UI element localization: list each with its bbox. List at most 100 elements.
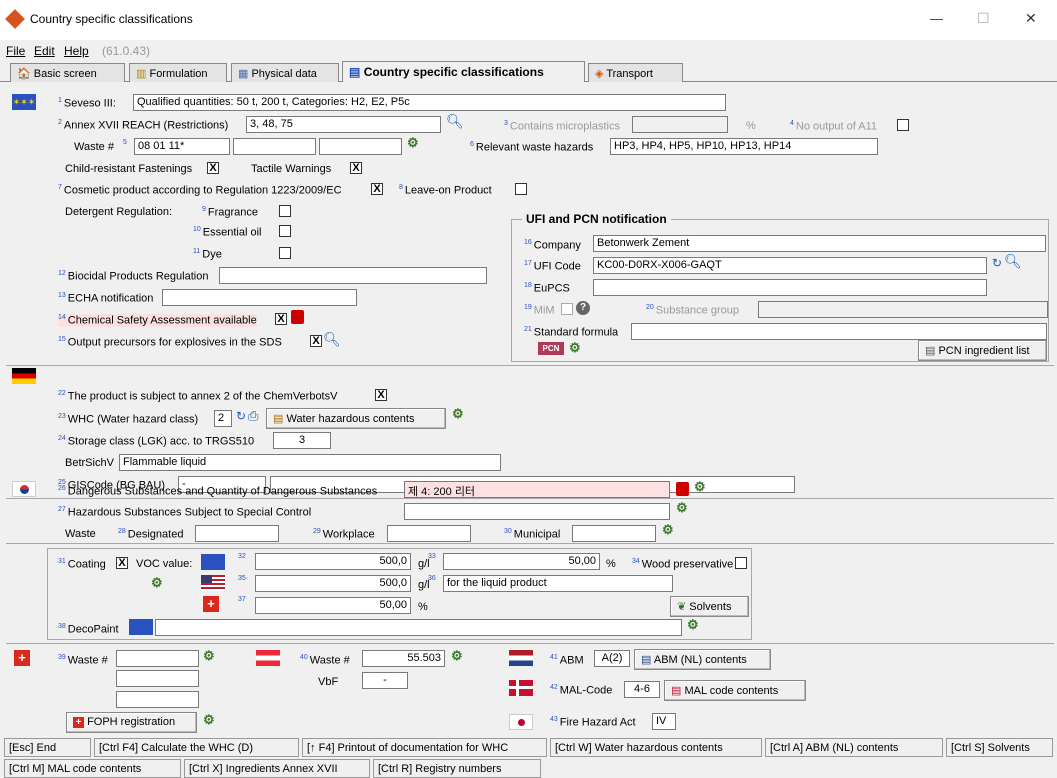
betrsichv-field[interactable]: Flammable liquid [119, 454, 501, 471]
close-button[interactable]: ✕ [1025, 10, 1037, 27]
fkey-solvents[interactable]: [Ctrl S] Solvents [946, 738, 1053, 757]
menu-help[interactable]: Help [64, 44, 89, 58]
solvents-button[interactable]: ❦ Solvents [670, 596, 749, 617]
waste-field-1[interactable]: 08 01 11* [134, 138, 230, 155]
fkey-water-hazardous[interactable]: [Ctrl W] Water hazardous contents [550, 738, 762, 757]
water-hazardous-contents-button[interactable]: ▤ Water hazardous contents [266, 408, 446, 429]
fkey-printout-whc[interactable]: [↑ F4] Printout of documentation for WHC [302, 738, 547, 757]
gears-icon[interactable]: ⚙︎ [452, 406, 464, 422]
dye-checkbox[interactable] [279, 247, 291, 259]
maximize-button[interactable]: ☐ [977, 10, 990, 27]
foph-registration-button[interactable]: + FOPH registration [66, 712, 197, 733]
minimize-button[interactable]: — [930, 11, 943, 26]
vbf-field[interactable]: - [362, 672, 408, 689]
ch-waste-field-1[interactable] [116, 650, 199, 667]
hazardous-field[interactable] [404, 503, 670, 520]
leave-on-checkbox[interactable] [515, 183, 527, 195]
waste-hazards-field[interactable]: HP3, HP4, HP5, HP10, HP13, HP14 [610, 138, 878, 155]
search-icon[interactable]: 🔍︎ [446, 113, 464, 130]
pcn-ingredient-list-button[interactable]: ▤ PCN ingredient list [918, 340, 1047, 361]
workplace-field[interactable] [387, 525, 471, 542]
gears-icon[interactable]: ⚙︎ [694, 479, 706, 495]
annex17-field[interactable]: 3, 48, 75 [246, 116, 441, 133]
annex2-checkbox[interactable]: X [375, 389, 387, 401]
fkey-calculate-whc[interactable]: [Ctrl F4] Calculate the WHC (D) [94, 738, 299, 757]
gears-icon[interactable]: ⚙︎ [203, 648, 215, 664]
waste-field-2[interactable] [233, 138, 316, 155]
fire-hazard-label: 43 Fire Hazard Act [550, 716, 636, 729]
eu-flag-icon [129, 619, 153, 635]
fkey-annex17[interactable]: [Ctrl X] Ingredients Annex XVII [184, 759, 370, 778]
echa-field[interactable] [162, 289, 357, 306]
mim-checkbox[interactable] [561, 303, 573, 315]
help-icon[interactable]: ? [576, 301, 590, 315]
abm-field[interactable]: A(2) [594, 650, 630, 667]
lgk-field[interactable]: 3 [273, 432, 331, 449]
mal-code-field[interactable]: 4-6 [624, 681, 660, 698]
abm-contents-button[interactable]: ▤ ABM (NL) contents [634, 649, 771, 670]
lock-icon[interactable] [676, 482, 689, 496]
gears-icon[interactable]: ⚙︎ [676, 500, 688, 516]
us-voc-field[interactable]: 500,0 [255, 575, 411, 592]
ch-voc-field[interactable]: 50,00 [255, 597, 411, 614]
ch-waste-field-2[interactable] [116, 670, 199, 687]
fkey-mal-code[interactable]: [Ctrl M] MAL code contents [4, 759, 181, 778]
whc-field[interactable]: 2 [214, 410, 232, 427]
biocidal-field[interactable] [219, 267, 487, 284]
refresh-icon[interactable]: ↻ [236, 409, 246, 423]
gears-icon[interactable]: ⚙︎ [662, 522, 674, 538]
ch-waste-field-3[interactable] [116, 691, 199, 708]
search-icon[interactable]: 🔍︎ [1004, 253, 1022, 270]
at-waste-field[interactable]: 55.503 [362, 650, 445, 667]
tab-basic-screen[interactable]: 🏠 Basic screen [10, 63, 125, 82]
refresh-icon[interactable]: ↻ [992, 256, 1002, 270]
fkey-end[interactable]: [Esc] End [4, 738, 91, 757]
designated-field[interactable] [195, 525, 279, 542]
eupcs-field[interactable] [593, 279, 987, 296]
seveso-field[interactable]: Qualified quantities: 50 t, 200 t, Categ… [133, 94, 726, 111]
printer-icon[interactable]: ⎙ [248, 408, 258, 424]
lock-icon[interactable] [291, 310, 304, 324]
mal-code-contents-button[interactable]: ▤ MAL code contents [664, 680, 806, 701]
tab-transport[interactable]: ◈ Transport [588, 63, 683, 82]
substance-group-field[interactable] [758, 301, 1048, 318]
gears-icon[interactable]: ⚙︎ [407, 135, 419, 151]
no-output-checkbox[interactable] [897, 119, 909, 131]
gears-icon[interactable]: ⚙︎ [151, 575, 163, 591]
eu-voc-field[interactable]: 500,0 [255, 553, 411, 570]
fkey-abm-contents[interactable]: [Ctrl A] ABM (NL) contents [765, 738, 943, 757]
fire-hazard-field[interactable]: IV [652, 713, 676, 730]
coating-checkbox[interactable]: X [116, 557, 128, 569]
explosives-checkbox[interactable]: X [310, 335, 322, 347]
gears-icon[interactable]: ⚙︎ [451, 648, 463, 664]
wood-checkbox[interactable] [735, 557, 747, 569]
fragrance-checkbox[interactable] [279, 205, 291, 217]
decopaint-field[interactable] [155, 619, 682, 636]
search-icon[interactable]: 🔍︎ [323, 331, 341, 348]
eu-voc-pct-field[interactable]: 50,00 [443, 553, 600, 570]
municipal-field[interactable] [572, 525, 656, 542]
us-voc-note-field[interactable]: for the liquid product [443, 575, 673, 592]
gears-icon[interactable]: ⚙︎ [687, 617, 699, 633]
menu-edit[interactable]: Edit [34, 44, 55, 58]
tactile-checkbox[interactable]: X [350, 162, 362, 174]
tab-formulation[interactable]: ▥ Formulation [129, 63, 227, 82]
csa-checkbox[interactable]: X [275, 313, 287, 325]
tab-physical-data[interactable]: ▦ Physical data [231, 63, 339, 82]
detergent-label: Detergent Regulation: [65, 206, 173, 218]
essential-oil-checkbox[interactable] [279, 225, 291, 237]
child-resistant-checkbox[interactable]: X [207, 162, 219, 174]
dangerous-field[interactable]: 제 4: 200 리터 [404, 481, 670, 498]
tab-country-specific[interactable]: ▤ Country specific classifications [342, 61, 585, 83]
microplastics-field[interactable] [632, 116, 728, 133]
fkey-registry[interactable]: [Ctrl R] Registry numbers [373, 759, 541, 778]
gears-icon[interactable]: ⚙︎ [203, 712, 215, 728]
ufi-code-field[interactable]: KC00-D0RX-X006-GAQT [593, 257, 987, 274]
cosmetic-checkbox[interactable]: X [371, 183, 383, 195]
waste-field-3[interactable] [319, 138, 402, 155]
menu-file[interactable]: File [6, 44, 25, 58]
pcn-icon[interactable]: PCN [538, 342, 564, 355]
standard-formula-field[interactable] [631, 323, 1047, 340]
company-field[interactable]: Betonwerk Zement [593, 235, 1046, 252]
gears-icon[interactable]: ⚙︎ [569, 340, 581, 356]
